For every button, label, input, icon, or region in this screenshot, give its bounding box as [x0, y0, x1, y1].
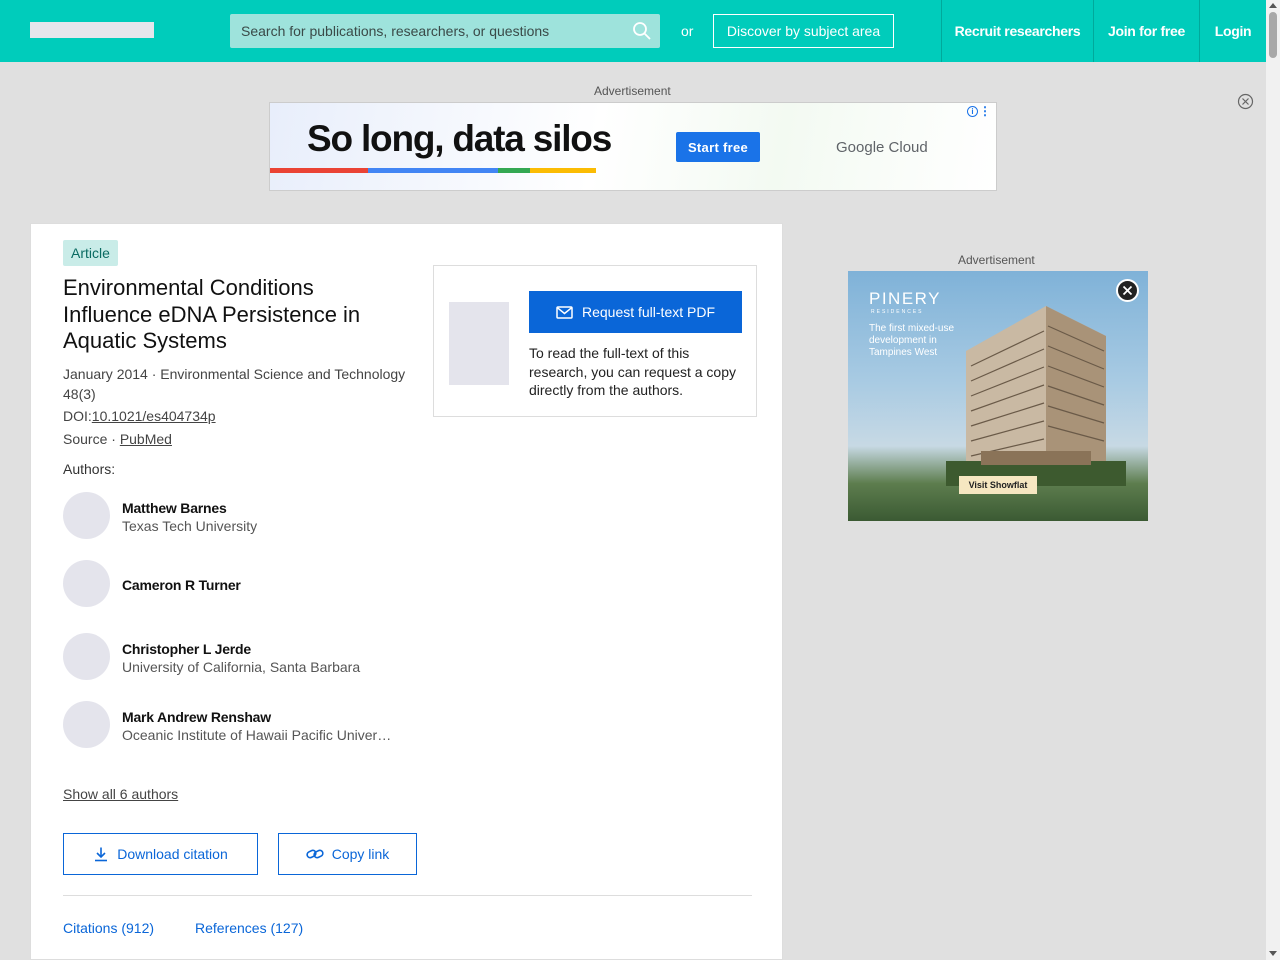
- ad-stripe-green: [498, 168, 530, 173]
- divider: [63, 895, 752, 896]
- article-title: Environmental Conditions Influence eDNA …: [63, 275, 361, 353]
- ad-start-free-button[interactable]: Start free: [676, 132, 760, 162]
- download-citation-button[interactable]: Download citation: [63, 833, 258, 875]
- copy-link-label: Copy link: [331, 846, 390, 862]
- scroll-down-arrow-icon[interactable]: [1269, 951, 1277, 956]
- author-name[interactable]: Mark Andrew Renshaw: [122, 709, 271, 725]
- envelope-icon: [556, 305, 573, 319]
- top-navigation: or Discover by subject area Recruit rese…: [0, 0, 1266, 62]
- recruit-researchers-link[interactable]: Recruit researchers: [941, 0, 1093, 62]
- doi-prefix: DOI:: [63, 408, 92, 424]
- search-icon[interactable]: [632, 21, 652, 41]
- ad-stripe-blue: [368, 168, 498, 173]
- close-ad-icon[interactable]: [1237, 93, 1254, 110]
- author-item[interactable]: Mark Andrew Renshaw Oceanic Institute of…: [63, 701, 423, 749]
- advertisement-label: Advertisement: [594, 84, 671, 98]
- author-name[interactable]: Christopher L Jerde: [122, 641, 251, 657]
- login-link[interactable]: Login: [1199, 0, 1266, 62]
- download-icon: [95, 847, 108, 862]
- download-citation-label: Download citation: [117, 846, 228, 862]
- avatar[interactable]: [63, 633, 110, 680]
- show-all-authors-link[interactable]: Show all 6 authors: [63, 786, 178, 802]
- scroll-thumb[interactable]: [1269, 12, 1277, 58]
- article-card: Article Environmental Conditions Influen…: [30, 223, 783, 960]
- author-institution: University of California, Santa Barbara: [122, 659, 361, 675]
- building-illustration: [946, 306, 1126, 486]
- copy-link-button[interactable]: Copy link: [278, 833, 417, 875]
- article-type-badge: Article: [63, 240, 118, 266]
- top-banner-ad[interactable]: So long, data silos Start free Google Cl…: [269, 102, 997, 191]
- doi-link[interactable]: 10.1021/es404734p: [92, 408, 216, 424]
- discover-by-subject-button[interactable]: Discover by subject area: [713, 14, 894, 48]
- advertisement-label: Advertisement: [958, 253, 1035, 267]
- site-logo[interactable]: [30, 22, 154, 38]
- pinery-brand-sub: RESIDENCES: [871, 309, 924, 315]
- avatar[interactable]: [63, 492, 110, 539]
- scroll-up-arrow-icon[interactable]: [1269, 3, 1277, 8]
- avatar[interactable]: [63, 560, 110, 607]
- join-for-free-link[interactable]: Join for free: [1093, 0, 1199, 62]
- request-fulltext-panel: Request full-text PDF To read the full-t…: [433, 265, 757, 417]
- avatar[interactable]: [63, 701, 110, 748]
- ad-brand-logo: Google Cloud: [836, 139, 928, 156]
- article-date-journal: January 2014 · Environmental Science and…: [63, 366, 406, 402]
- ad-info-icon[interactable]: i: [967, 106, 978, 117]
- source-link[interactable]: PubMed: [120, 431, 172, 447]
- request-fulltext-button[interactable]: Request full-text PDF: [529, 291, 742, 333]
- search-input[interactable]: [241, 23, 631, 39]
- close-side-ad-icon[interactable]: [1116, 279, 1139, 302]
- author-name[interactable]: Cameron R Turner: [122, 577, 241, 593]
- visit-showflat-button[interactable]: Visit Showflat: [959, 476, 1037, 494]
- page-scrollbar[interactable]: [1266, 0, 1280, 960]
- request-fulltext-label: Request full-text PDF: [581, 304, 716, 320]
- source-prefix: Source ·: [63, 431, 120, 447]
- request-fulltext-description: To read the full-text of this research, …: [529, 345, 737, 398]
- ad-stripe-red: [270, 168, 368, 173]
- author-name[interactable]: Matthew Barnes: [122, 500, 227, 516]
- side-banner-ad[interactable]: PINERY RESIDENCES The first mixed-use de…: [848, 271, 1148, 521]
- tab-references[interactable]: References (127): [195, 920, 303, 936]
- article-source: Source · PubMed: [63, 431, 172, 447]
- article-doi: DOI:10.1021/es404734p: [63, 408, 216, 424]
- author-item[interactable]: Cameron R Turner: [63, 560, 423, 608]
- tab-citations[interactable]: Citations (912): [63, 920, 154, 936]
- author-item[interactable]: Christopher L Jerde University of Califo…: [63, 633, 423, 681]
- ad-options-icon[interactable]: ⋮: [979, 104, 991, 118]
- author-item[interactable]: Matthew Barnes Texas Tech University: [63, 492, 423, 540]
- search-bar[interactable]: [230, 14, 660, 48]
- link-icon: [306, 849, 324, 859]
- author-institution: Oceanic Institute of Hawaii Pacific Univ…: [122, 727, 392, 743]
- author-institution: Texas Tech University: [122, 518, 258, 534]
- pdf-thumbnail: [449, 302, 509, 385]
- ad-stripe-yellow: [530, 168, 596, 173]
- pinery-brand-logo: PINERY: [869, 289, 941, 308]
- ad-headline: So long, data silos: [307, 118, 612, 159]
- side-ad-text: The first mixed-use development in Tampi…: [869, 323, 955, 358]
- authors-heading: Authors:: [63, 461, 116, 477]
- or-separator: or: [681, 23, 694, 39]
